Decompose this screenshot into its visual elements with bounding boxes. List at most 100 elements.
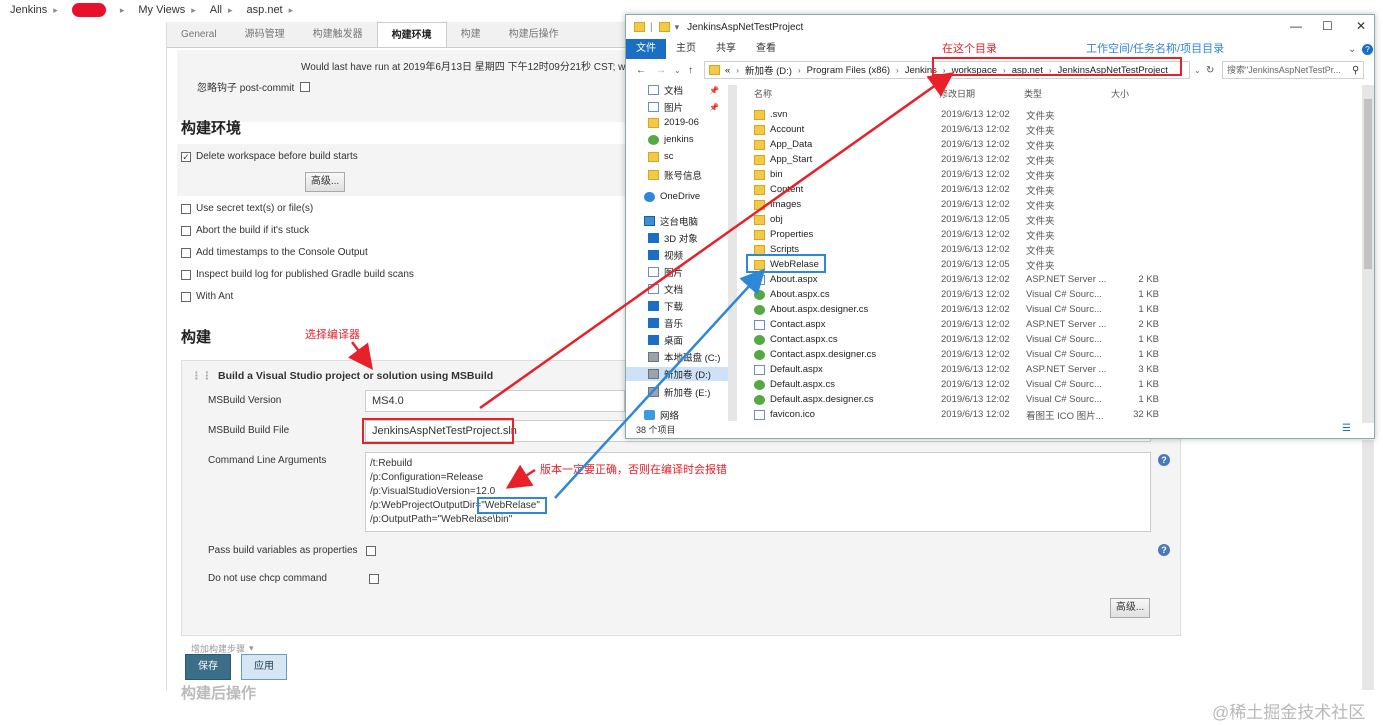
column-size[interactable]: 大小 <box>1111 87 1129 100</box>
column-date[interactable]: 修改日期 <box>939 87 975 100</box>
file-row[interactable]: Properties 2019/6/13 12:02 文件夹 <box>749 227 1361 242</box>
apply-button[interactable]: 应用 <box>241 654 287 680</box>
env-option-checkbox[interactable] <box>181 247 191 258</box>
ribbon-tab-view[interactable]: 查看 <box>746 39 786 59</box>
file-row[interactable]: Contact.aspx.designer.cs 2019/6/13 12:02 V… <box>749 347 1361 362</box>
nav-item[interactable]: 音乐 <box>648 316 683 330</box>
pass-vars-checkbox[interactable] <box>365 545 376 556</box>
cmd-args-textarea[interactable]: /t:Rebuild /p:Configuration=Release /p:V… <box>365 452 1151 532</box>
env-option-checkbox[interactable] <box>181 225 191 236</box>
file-row[interactable]: Images 2019/6/13 12:02 文件夹 <box>749 197 1361 212</box>
drag-handle-icon[interactable]: ⋮⋮ <box>191 370 212 382</box>
nav-item[interactable]: OneDrive <box>644 191 700 202</box>
ignore-hook-checkbox[interactable] <box>300 81 311 92</box>
env-option-checkbox[interactable] <box>181 203 191 214</box>
nav-item[interactable]: 图片 📌 <box>648 100 719 114</box>
file-row[interactable]: Default.aspx 2019/6/13 12:02 ASP.NET Serve… <box>749 362 1361 377</box>
ribbon-tab-file[interactable]: 文件 <box>626 39 666 59</box>
file-row[interactable]: Default.aspx.designer.cs 2019/6/13 12:02 V… <box>749 392 1361 407</box>
nav-item[interactable]: 这台电脑 <box>644 214 698 228</box>
nav-item[interactable]: 本地磁盘 (C:) <box>648 350 720 364</box>
nav-item[interactable]: 文档 📌 <box>648 83 719 97</box>
refresh-icon[interactable]: ↻ <box>1206 65 1214 76</box>
nav-scrollbar[interactable] <box>728 85 737 421</box>
nav-item[interactable]: 新加卷 (E:) <box>648 385 710 399</box>
chevron-down-icon[interactable]: ⌄ <box>1348 44 1356 55</box>
nav-item-selected[interactable]: 新加卷 (D:) <box>626 367 734 381</box>
env-option-checkbox[interactable] <box>181 269 191 280</box>
no-chcp-checkbox[interactable] <box>368 573 379 584</box>
file-row[interactable]: About.aspx 2019/6/13 12:02 ASP.NET Server … <box>749 272 1361 287</box>
file-row[interactable]: Account 2019/6/13 12:02 文件夹 <box>749 122 1361 137</box>
nav-item[interactable]: 3D 对象 <box>648 231 698 245</box>
chevron-down-icon[interactable]: ⌄ <box>1194 66 1201 75</box>
path-segment[interactable]: « <box>725 65 730 76</box>
env-option-row: Abort the build if it's stuck <box>181 225 309 236</box>
page-scrollbar[interactable] <box>1362 440 1374 690</box>
column-type[interactable]: 类型 <box>1024 87 1042 100</box>
file-row[interactable]: Contact.aspx.cs 2019/6/13 12:02 Visual C# … <box>749 332 1361 347</box>
pin-icon[interactable]: 📌 <box>709 86 719 95</box>
help-icon[interactable]: ? <box>1158 454 1170 466</box>
ribbon-tab-share[interactable]: 共享 <box>706 39 746 59</box>
msbuild-version-select[interactable]: MS4.0 <box>365 390 625 412</box>
file-row[interactable]: bin 2019/6/13 12:02 文件夹 <box>749 167 1361 182</box>
chevron-down-icon[interactable]: ▾ <box>675 22 680 33</box>
file-row[interactable]: WebRelase 2019/6/13 12:05 文件夹 <box>749 257 1361 272</box>
ribbon-tab-home[interactable]: 主页 <box>666 39 706 59</box>
up-icon[interactable]: ↑ <box>688 65 693 76</box>
path-segment[interactable]: Program Files (x86) <box>807 65 890 76</box>
nav-item[interactable]: sc <box>648 151 674 162</box>
scroll-thumb[interactable] <box>1364 99 1372 269</box>
details-view-icon[interactable]: ☰ <box>1342 423 1351 434</box>
help-icon[interactable]: ? <box>1158 544 1170 556</box>
file-row[interactable]: About.aspx.designer.cs 2019/6/13 12:02 Vis… <box>749 302 1361 317</box>
file-row[interactable]: App_Start 2019/6/13 12:02 文件夹 <box>749 152 1361 167</box>
path-segment[interactable]: 新加卷 (D:) <box>745 63 792 77</box>
breadcrumb-jenkins[interactable]: Jenkins <box>10 4 47 16</box>
file-date: 2019/6/13 12:02 <box>941 244 1010 255</box>
file-row[interactable]: Default.aspx.cs 2019/6/13 12:02 Visual C# … <box>749 377 1361 392</box>
back-icon[interactable]: ← <box>636 65 646 76</box>
tab-scm[interactable]: 源码管理 <box>231 22 299 47</box>
file-row[interactable]: About.aspx.cs 2019/6/13 12:02 Visual C# So… <box>749 287 1361 302</box>
file-row[interactable]: Contact.aspx 2019/6/13 12:02 ASP.NET Serve… <box>749 317 1361 332</box>
nav-item[interactable]: 图片 <box>648 265 683 279</box>
chevron-down-icon[interactable]: ⌄ <box>674 66 681 75</box>
explorer-search-input[interactable]: 搜索"JenkinsAspNetTestPr... <box>1222 61 1364 79</box>
file-row[interactable]: favicon.ico 2019/6/13 12:02 看图王 ICO 图片... 3… <box>749 407 1361 422</box>
breadcrumb-job[interactable]: asp.net <box>247 4 283 16</box>
nav-item[interactable]: 2019-06 <box>648 117 699 128</box>
tab-build-env[interactable]: 构建环境 <box>376 22 447 47</box>
file-row[interactable]: obj 2019/6/13 12:05 文件夹 <box>749 212 1361 227</box>
forward-icon[interactable]: → <box>656 65 666 76</box>
build-advanced-button[interactable]: 高级... <box>1110 598 1150 618</box>
env-option-checkbox[interactable] <box>181 291 191 302</box>
column-name[interactable]: 名称 <box>754 87 772 100</box>
nav-item[interactable]: 网络 <box>644 408 679 422</box>
nav-item[interactable]: 账号信息 <box>648 168 702 182</box>
file-row[interactable]: .svn 2019/6/13 12:02 文件夹 <box>749 107 1361 122</box>
file-row[interactable]: Content 2019/6/13 12:02 文件夹 <box>749 182 1361 197</box>
minimize-icon[interactable]: — <box>1290 19 1302 33</box>
breadcrumb-my-views[interactable]: My Views <box>138 4 185 16</box>
tab-triggers[interactable]: 构建触发器 <box>299 22 377 47</box>
tab-build[interactable]: 构建 <box>447 22 495 47</box>
tab-general[interactable]: General <box>167 22 231 47</box>
save-button[interactable]: 保存 <box>185 654 231 680</box>
maximize-icon[interactable]: ☐ <box>1322 19 1333 33</box>
nav-item[interactable]: 下载 <box>648 299 683 313</box>
pin-icon[interactable]: 📌 <box>709 103 719 112</box>
delete-ws-checkbox[interactable]: ✓ <box>181 151 191 162</box>
file-row[interactable]: Scripts 2019/6/13 12:02 文件夹 <box>749 242 1361 257</box>
nav-item[interactable]: 视频 <box>648 248 683 262</box>
env-advanced-button[interactable]: 高级... <box>305 172 345 192</box>
tab-post-build[interactable]: 构建后操作 <box>495 22 573 47</box>
breadcrumb-all[interactable]: All <box>210 4 222 16</box>
close-icon[interactable]: ✕ <box>1356 19 1366 33</box>
nav-item[interactable]: 桌面 <box>648 333 683 347</box>
file-row[interactable]: App_Data 2019/6/13 12:02 文件夹 <box>749 137 1361 152</box>
help-icon[interactable]: ? <box>1362 43 1373 55</box>
nav-item[interactable]: 文档 <box>648 282 683 296</box>
nav-item[interactable]: jenkins <box>648 134 694 145</box>
